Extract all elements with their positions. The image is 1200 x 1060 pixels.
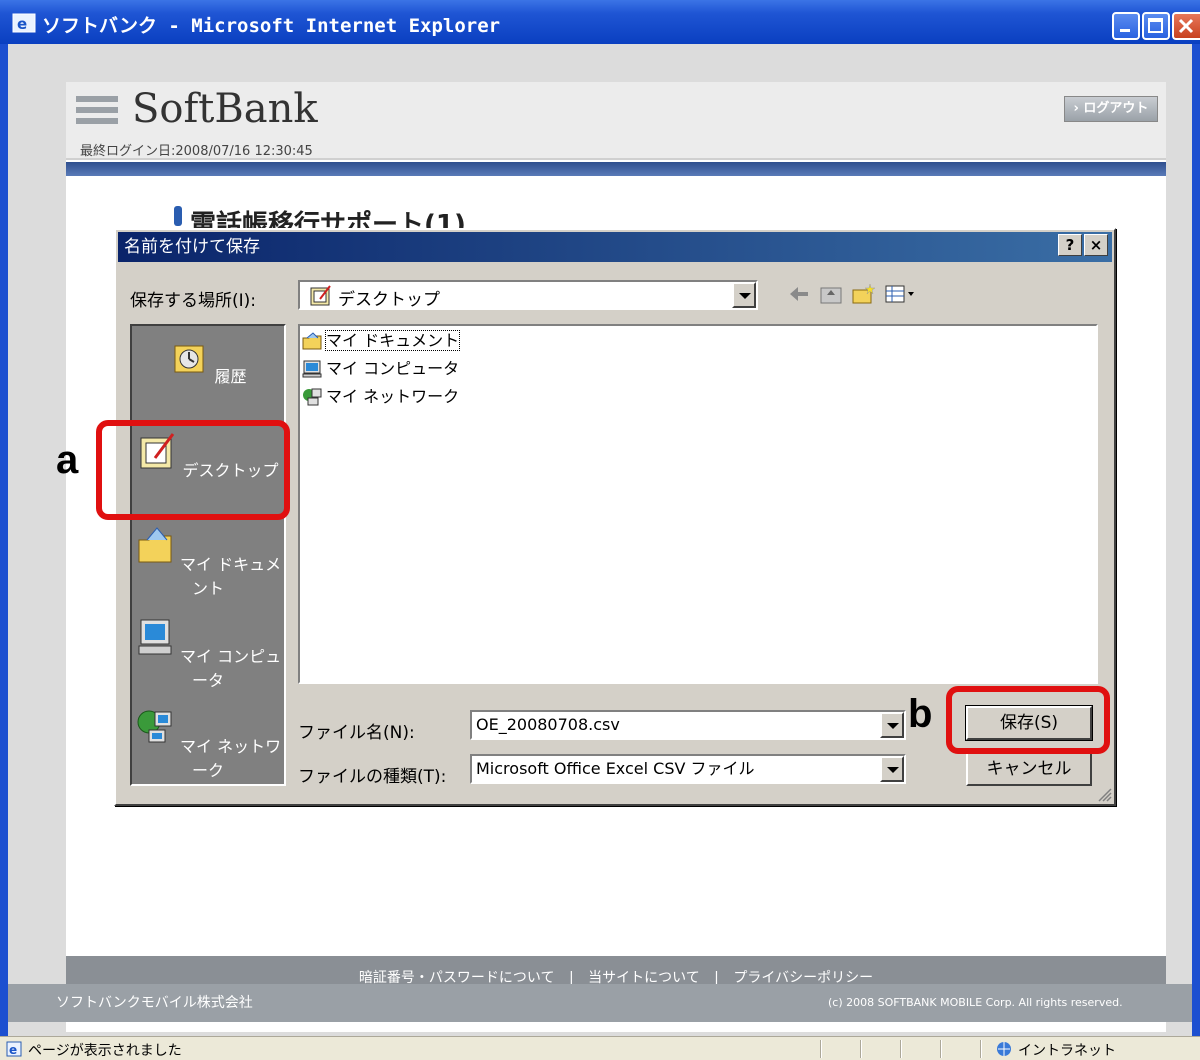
status-divider [900,1040,902,1058]
place-my-computer[interactable]: マイ コンピュータ [132,618,284,691]
close-icon [1178,18,1194,34]
status-divider [820,1040,822,1058]
new-folder-icon[interactable] [850,282,876,306]
status-bar: e ページが表示されました イントラネット [0,1036,1200,1060]
close-window-button[interactable] [1172,12,1200,40]
place-label: 履歴 [214,367,247,386]
chevron-down-icon[interactable] [880,712,904,738]
my-computer-icon [302,360,322,378]
back-arrow-icon[interactable] [786,282,812,306]
resize-grip-icon[interactable] [1096,786,1112,802]
location-label: 保存する場所(I): [130,291,257,311]
zone-text: イントラネット [1018,1043,1116,1059]
my-network-icon [137,710,172,743]
ie-title-bar[interactable]: e ソフトバンク - Microsoft Internet Explorer [0,0,1200,44]
my-computer-icon [138,619,172,655]
header-divider [66,162,1166,176]
filename-field[interactable]: OE_20080708.csv [470,710,906,740]
highlight-save [946,686,1110,754]
view-menu-icon[interactable] [884,282,920,306]
filetype-value: Microsoft Office Excel CSV ファイル [476,759,755,778]
status-divider [940,1040,942,1058]
highlight-desktop [96,420,290,520]
maximize-icon [1148,18,1163,33]
dialog-title: 名前を付けて保存 [124,237,260,257]
svg-text:e: e [9,1043,17,1057]
dialog-title-bar[interactable]: 名前を付けて保存 [118,232,1112,262]
filetype-dropdown[interactable]: Microsoft Office Excel CSV ファイル [470,754,906,784]
place-history[interactable]: 履歴 [132,338,284,387]
softbank-logo-text: SoftBank [132,86,318,132]
annotation-a: a [56,438,79,482]
minimize-button[interactable] [1112,12,1140,40]
place-label: マイ コンピュータ [180,647,282,690]
list-item[interactable]: マイ ネットワーク [302,384,459,410]
intranet-icon [997,1042,1011,1056]
company-name: ソフトバンクモバイル株式会社 [56,995,253,1011]
my-documents-icon [302,332,322,350]
site-header: SoftBank › ログアウト 最終ログイン日:2008/07/16 12:3… [66,82,1166,160]
chevron-down-icon[interactable] [880,756,904,782]
list-item[interactable]: マイ コンピュータ [302,356,459,382]
place-my-network[interactable]: マイ ネットワーク [132,708,284,781]
status-text: ページが表示されました [28,1043,182,1059]
places-bar: 履歴 デスクトップ マイ ドキュメント マイ コンピュータ マイ ネットワーク [130,324,286,786]
up-folder-icon[interactable] [818,282,844,306]
page-icon: e [6,1041,22,1057]
place-label: マイ ドキュメント [180,555,282,598]
help-button[interactable]: ? [1058,234,1082,256]
cancel-button[interactable]: キャンセル [966,752,1092,786]
window-title: ソフトバンク - Microsoft Internet Explorer [42,15,501,37]
my-documents-icon [138,527,172,563]
chevron-down-icon[interactable] [732,282,756,308]
last-login-text: 最終ログイン日:2008/07/16 12:30:45 [80,144,313,159]
status-divider [980,1040,982,1058]
location-value: デスクトップ [338,290,440,310]
svg-text:e: e [17,15,27,33]
my-network-icon [303,388,322,406]
copyright-text: (c) 2008 SOFTBANK MOBILE Corp. All right… [828,996,1123,1009]
filetype-label: ファイルの種類(T): [298,767,447,787]
annotation-b: b [908,692,933,736]
list-item[interactable]: マイ ドキュメント [302,328,461,354]
dialog-close-button[interactable]: × [1084,234,1108,256]
heading-marker-icon [174,206,182,226]
filename-value: OE_20080708.csv [476,715,620,734]
status-divider [860,1040,862,1058]
logout-button[interactable]: › ログアウト [1064,96,1158,122]
place-label: マイ ネットワーク [180,737,282,780]
softbank-logo-icon [76,96,118,128]
ie-logo-icon: e [12,13,36,33]
minimize-icon [1120,29,1130,32]
file-list[interactable]: マイ ドキュメント マイ コンピュータ マイ ネットワーク [298,324,1098,684]
location-dropdown[interactable]: デスクトップ [298,280,758,310]
maximize-button[interactable] [1142,12,1170,40]
desktop-icon [310,285,331,306]
filename-label: ファイル名(N): [298,723,415,743]
history-icon [174,345,204,373]
place-my-documents[interactable]: マイ ドキュメント [132,526,284,599]
